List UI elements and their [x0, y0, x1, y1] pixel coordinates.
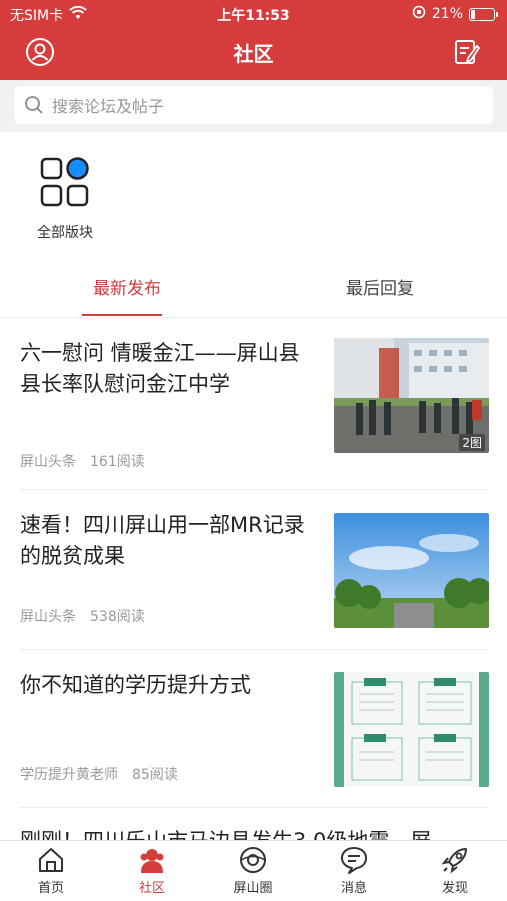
post-meta: 学历提升黄老师 85阅读 — [20, 764, 178, 784]
rocket-icon — [441, 848, 467, 874]
post-list: 六一慰问 情暖金江——屏山县县长率队慰问金江中学 屏山头条 161阅读 2图 速… — [0, 318, 507, 840]
post-title: 你不知道的学历提升方式 — [20, 673, 251, 697]
post-title: 速看！四川屏山用一部MR记录的脱贫成果 — [20, 513, 305, 568]
rotation-lock-icon — [412, 5, 426, 23]
compose-button[interactable] — [451, 36, 483, 68]
post-meta: 屏山头条 538阅读 — [20, 606, 145, 626]
post-thumbnail — [334, 513, 489, 628]
page-title: 社区 — [233, 42, 274, 66]
tab-home-label: 首页 — [37, 881, 64, 896]
all-blocks-button[interactable]: 全部版块 — [30, 156, 100, 242]
search-input[interactable]: 搜索论坛及帖子 — [14, 86, 493, 124]
post-source: 屏山头条 — [20, 609, 76, 625]
post-reads: 85阅读 — [132, 767, 178, 783]
post-source: 学历提升黄老师 — [20, 767, 118, 783]
post-tabs: 最新发布 最后回复 — [0, 260, 507, 318]
tab-messages[interactable]: 消息 — [319, 845, 389, 896]
battery-icon — [469, 7, 498, 21]
tab-latest[interactable]: 最新发布 — [77, 274, 177, 299]
post-thumbnail — [334, 672, 489, 787]
list-item[interactable]: 你不知道的学历提升方式 学历提升黄老师 85阅读 — [0, 650, 507, 808]
tab-messages-label: 消息 — [340, 881, 367, 896]
compose-icon — [455, 40, 481, 64]
search-area: 搜索论坛及帖子 — [0, 80, 507, 132]
top-bar: 无SIM卡 上午11:53 21% 社区 — [0, 0, 507, 80]
all-blocks-label: 全部版块 — [37, 225, 93, 241]
tab-circle-label: 屏山圈 — [233, 881, 273, 896]
post-title: 刚刚！四川乐山市马边县发生3.0级地震，屏 — [20, 826, 490, 840]
tab-community[interactable]: 社区 — [117, 845, 187, 896]
circle-icon — [240, 847, 266, 873]
tab-circle[interactable]: 屏山圈 — [218, 845, 288, 896]
tab-last-reply[interactable]: 最后回复 — [330, 274, 430, 299]
post-source: 屏山头条 — [20, 454, 76, 470]
post-title: 六一慰问 情暖金江——屏山县县长率队慰问金江中学 — [20, 341, 300, 396]
list-item[interactable]: 刚刚！四川乐山市马边县发生3.0级地震，屏 — [0, 808, 507, 840]
list-item[interactable]: 六一慰问 情暖金江——屏山县县长率队慰问金江中学 屏山头条 161阅读 2图 — [0, 318, 507, 490]
battery-percent: 21% — [431, 6, 463, 22]
image-count-badge: 2图 — [459, 434, 485, 451]
search-icon — [25, 96, 43, 114]
post-reads: 161阅读 — [90, 454, 145, 470]
tab-community-label: 社区 — [138, 881, 165, 896]
post-meta: 屏山头条 161阅读 — [20, 451, 145, 471]
search-placeholder: 搜索论坛及帖子 — [52, 97, 165, 116]
community-icon — [140, 849, 164, 873]
active-tab-indicator — [82, 314, 162, 316]
post-thumbnail: 2图 — [334, 338, 489, 453]
status-bar: 无SIM卡 上午11:53 21% — [0, 0, 507, 28]
bottom-tab-bar: 首页 社区 屏山圈 消息 发现 — [0, 840, 507, 901]
home-icon — [39, 848, 63, 872]
list-item[interactable]: 速看！四川屏山用一部MR记录的脱贫成果 屏山头条 538阅读 — [0, 490, 507, 650]
post-reads: 538阅读 — [90, 609, 145, 625]
tab-discover[interactable]: 发现 — [420, 845, 490, 896]
tab-home[interactable]: 首页 — [16, 845, 86, 896]
tab-discover-label: 发现 — [441, 881, 468, 896]
grid-icon — [40, 157, 89, 207]
message-icon — [341, 847, 367, 874]
